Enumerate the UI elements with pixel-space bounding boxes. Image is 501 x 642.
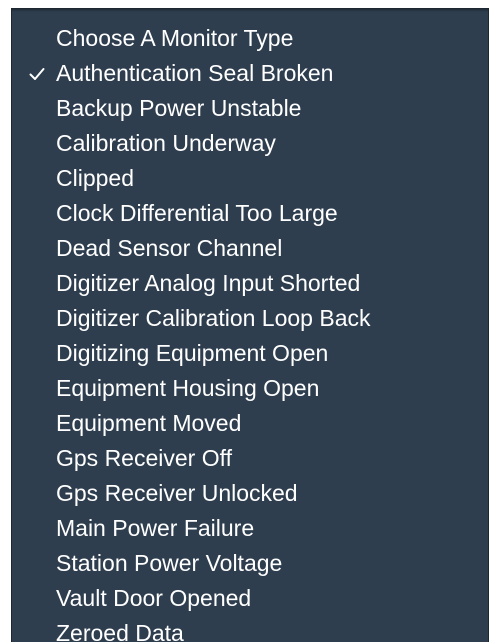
menu-item-main-power-failure[interactable]: Main Power Failure <box>12 511 488 546</box>
menu-item-label: Gps Receiver Off <box>56 445 232 471</box>
menu-item-digitizing-equipment-open[interactable]: Digitizing Equipment Open <box>12 336 488 371</box>
menu-item-label: Zeroed Data <box>56 620 184 642</box>
menu-item-clipped[interactable]: Clipped <box>12 161 488 196</box>
menu-item-equipment-housing-open[interactable]: Equipment Housing Open <box>12 371 488 406</box>
menu-item-label: Digitizer Calibration Loop Back <box>56 305 371 331</box>
menu-item-label: Calibration Underway <box>56 130 276 156</box>
menu-item-label: Clock Differential Too Large <box>56 200 338 226</box>
menu-item-label: Equipment Housing Open <box>56 375 320 401</box>
menu-item-gps-receiver-off[interactable]: Gps Receiver Off <box>12 441 488 476</box>
monitor-type-options-list: Choose A Monitor Type Authentication Sea… <box>12 21 488 642</box>
checkmark-icon <box>26 56 48 91</box>
menu-item-label: Main Power Failure <box>56 515 255 541</box>
menu-item-backup-power-unstable[interactable]: Backup Power Unstable <box>12 91 488 126</box>
menu-item-label: Choose A Monitor Type <box>56 25 294 51</box>
menu-item-label: Backup Power Unstable <box>56 95 302 121</box>
menu-item-label: Dead Sensor Channel <box>56 235 283 261</box>
menu-item-label: Equipment Moved <box>56 410 242 436</box>
menu-item-label: Authentication Seal Broken <box>56 60 334 86</box>
menu-item-digitizer-calibration-loop-back[interactable]: Digitizer Calibration Loop Back <box>12 301 488 336</box>
menu-item-gps-receiver-unlocked[interactable]: Gps Receiver Unlocked <box>12 476 488 511</box>
menu-item-authentication-seal-broken[interactable]: Authentication Seal Broken <box>12 56 488 91</box>
menu-item-digitizer-analog-input-shorted[interactable]: Digitizer Analog Input Shorted <box>12 266 488 301</box>
menu-item-label: Clipped <box>56 165 134 191</box>
menu-item-label: Digitizer Analog Input Shorted <box>56 270 361 296</box>
menu-item-label: Digitizing Equipment Open <box>56 340 329 366</box>
menu-item-choose-a-monitor-type[interactable]: Choose A Monitor Type <box>12 21 488 56</box>
menu-item-calibration-underway[interactable]: Calibration Underway <box>12 126 488 161</box>
menu-item-station-power-voltage[interactable]: Station Power Voltage <box>12 546 488 581</box>
menu-top-edge <box>12 9 488 12</box>
menu-item-dead-sensor-channel[interactable]: Dead Sensor Channel <box>12 231 488 266</box>
menu-item-equipment-moved[interactable]: Equipment Moved <box>12 406 488 441</box>
monitor-type-dropdown-menu: Choose A Monitor Type Authentication Sea… <box>11 8 489 642</box>
screen: Choose A Monitor Type Authentication Sea… <box>0 0 501 642</box>
menu-item-zeroed-data[interactable]: Zeroed Data <box>12 616 488 642</box>
menu-item-label: Station Power Voltage <box>56 550 283 576</box>
menu-item-clock-differential-too-large[interactable]: Clock Differential Too Large <box>12 196 488 231</box>
menu-item-label: Gps Receiver Unlocked <box>56 480 298 506</box>
menu-item-label: Vault Door Opened <box>56 585 252 611</box>
menu-item-vault-door-opened[interactable]: Vault Door Opened <box>12 581 488 616</box>
